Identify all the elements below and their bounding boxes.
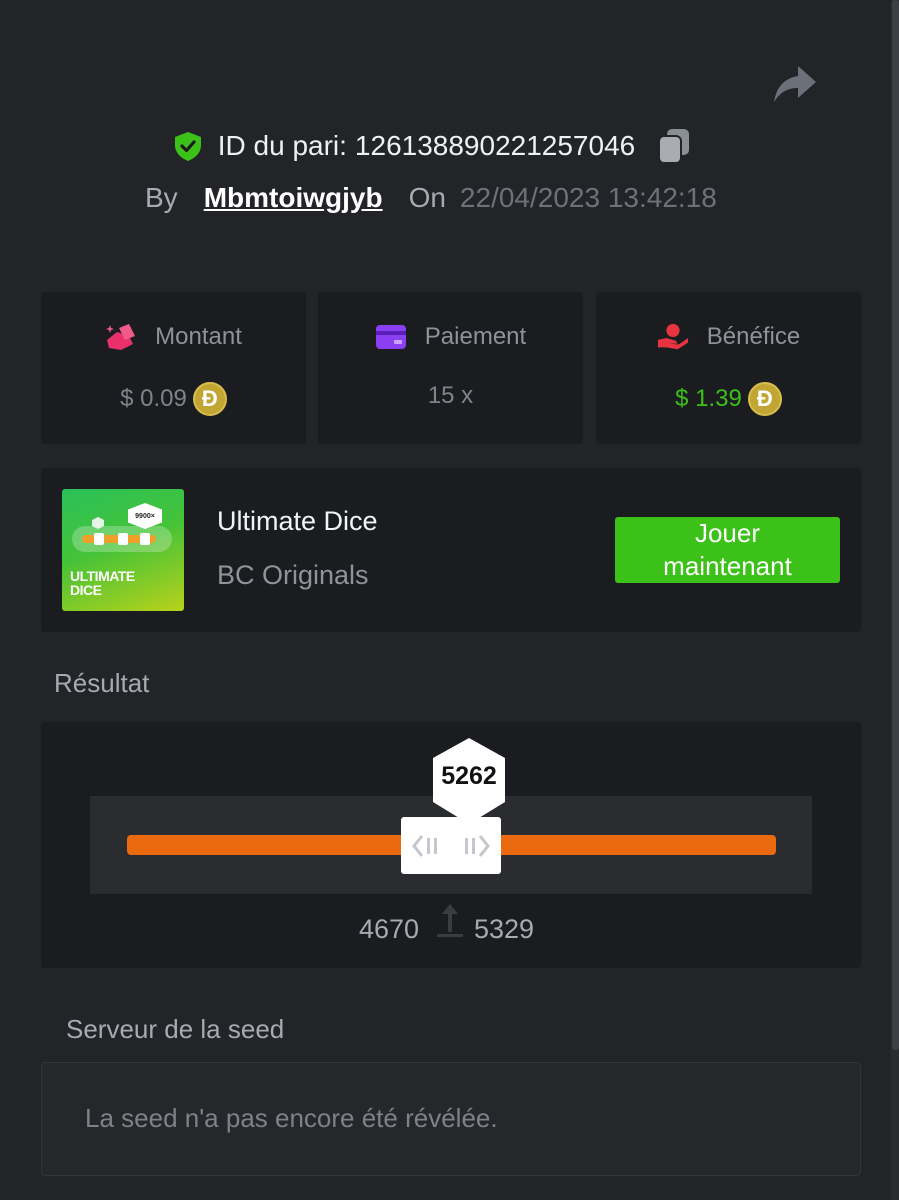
stat-amount-label: Montant [155, 323, 242, 350]
game-thumbnail-label: ULTIMATE DICE [70, 568, 135, 598]
play-now-button[interactable]: Jouer maintenant [615, 517, 840, 583]
bet-datetime: 22/04/2023 13:42:18 [459, 182, 717, 213]
bet-id-label: ID du pari: [217, 130, 347, 161]
stat-profit: Bénéfice $ 1.39 Đ [596, 292, 861, 444]
stat-payout-value: 15 x [427, 382, 474, 409]
range-low: 4670 [359, 914, 420, 944]
result-card: 5262 4670 5329 [41, 722, 861, 968]
bet-id-value: 126138890221257046 [354, 130, 636, 161]
doge-coin-icon: Đ [192, 382, 227, 416]
username-link[interactable]: Mbmtoiwgjyb [204, 182, 383, 214]
chevron-right-icon [465, 834, 490, 857]
bet-meta-row: By Mbmtoiwgjyb On 22/04/2023 13:42:18 [145, 180, 717, 216]
on-label: On [408, 182, 446, 213]
doge-coin-icon: Đ [747, 382, 782, 416]
stat-payout-label: Paiement [424, 323, 527, 350]
game-title: Ultimate Dice [217, 506, 378, 536]
seed-section-title: Serveur de la seed [66, 1014, 285, 1044]
money-icon [106, 324, 136, 350]
copy-icon[interactable] [657, 127, 691, 165]
game-card: 9900× ULTIMATE DICE Ultimate Dice BC Ori… [41, 468, 861, 632]
stat-payout: Paiement 15 x [318, 292, 583, 444]
card-icon [375, 325, 406, 349]
chevron-left-icon [412, 834, 437, 857]
by-label: By [145, 182, 178, 213]
bet-id-row: ID du pari: 126138890221257046 [0, 126, 899, 166]
server-seed-box: La seed n'a pas encore été révélée. [41, 1062, 861, 1176]
server-seed-message: La seed n'a pas encore été révélée. [85, 1103, 498, 1133]
game-provider: BC Originals [217, 560, 369, 590]
hand-coin-icon [657, 323, 688, 350]
arrow-up-icon [437, 904, 463, 937]
stat-profit-value: $ 1.39 [675, 385, 742, 412]
stat-amount-value: $ 0.09 [120, 385, 187, 412]
result-value: 5262 [441, 762, 497, 790]
game-thumbnail[interactable]: 9900× ULTIMATE DICE [62, 489, 184, 611]
result-section-title: Résultat [54, 668, 150, 698]
stat-amount: Montant $ 0.09 Đ [41, 292, 306, 444]
range-high: 5329 [474, 914, 535, 944]
shield-check-icon [174, 132, 201, 161]
share-icon[interactable] [772, 62, 818, 104]
stat-profit-label: Bénéfice [706, 323, 801, 350]
